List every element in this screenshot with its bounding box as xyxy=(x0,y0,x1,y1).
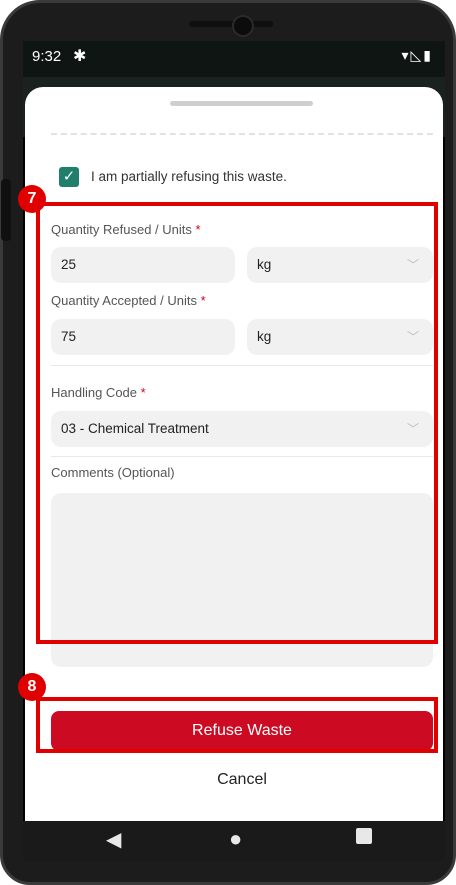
speaker xyxy=(189,21,273,27)
dashed-divider xyxy=(51,133,433,135)
callout-badge-8: 8 xyxy=(18,673,46,701)
status-bar: 9:32 ✱ ▾◺▮ xyxy=(23,41,445,77)
status-time: 9:32 xyxy=(32,48,62,65)
status-icons: ▾◺▮ xyxy=(401,47,433,63)
side-button xyxy=(1,179,11,241)
android-nav-bar: ◀ ● xyxy=(23,821,445,861)
back-icon[interactable]: ◀ xyxy=(106,827,121,852)
recents-icon[interactable] xyxy=(356,828,372,844)
cancel-button[interactable]: Cancel xyxy=(51,765,433,795)
drag-handle[interactable] xyxy=(170,101,313,106)
gear-icon: ✱ xyxy=(73,48,87,65)
camera xyxy=(232,15,254,37)
home-icon[interactable]: ● xyxy=(229,826,242,852)
callout-box-actions xyxy=(36,697,438,753)
callout-badge-7: 7 xyxy=(18,185,46,213)
partial-refuse-checkbox[interactable]: ✓ xyxy=(59,167,79,187)
check-icon: ✓ xyxy=(62,168,76,185)
callout-box-form xyxy=(36,202,438,644)
partial-refuse-label: I am partially refusing this waste. xyxy=(91,169,287,184)
